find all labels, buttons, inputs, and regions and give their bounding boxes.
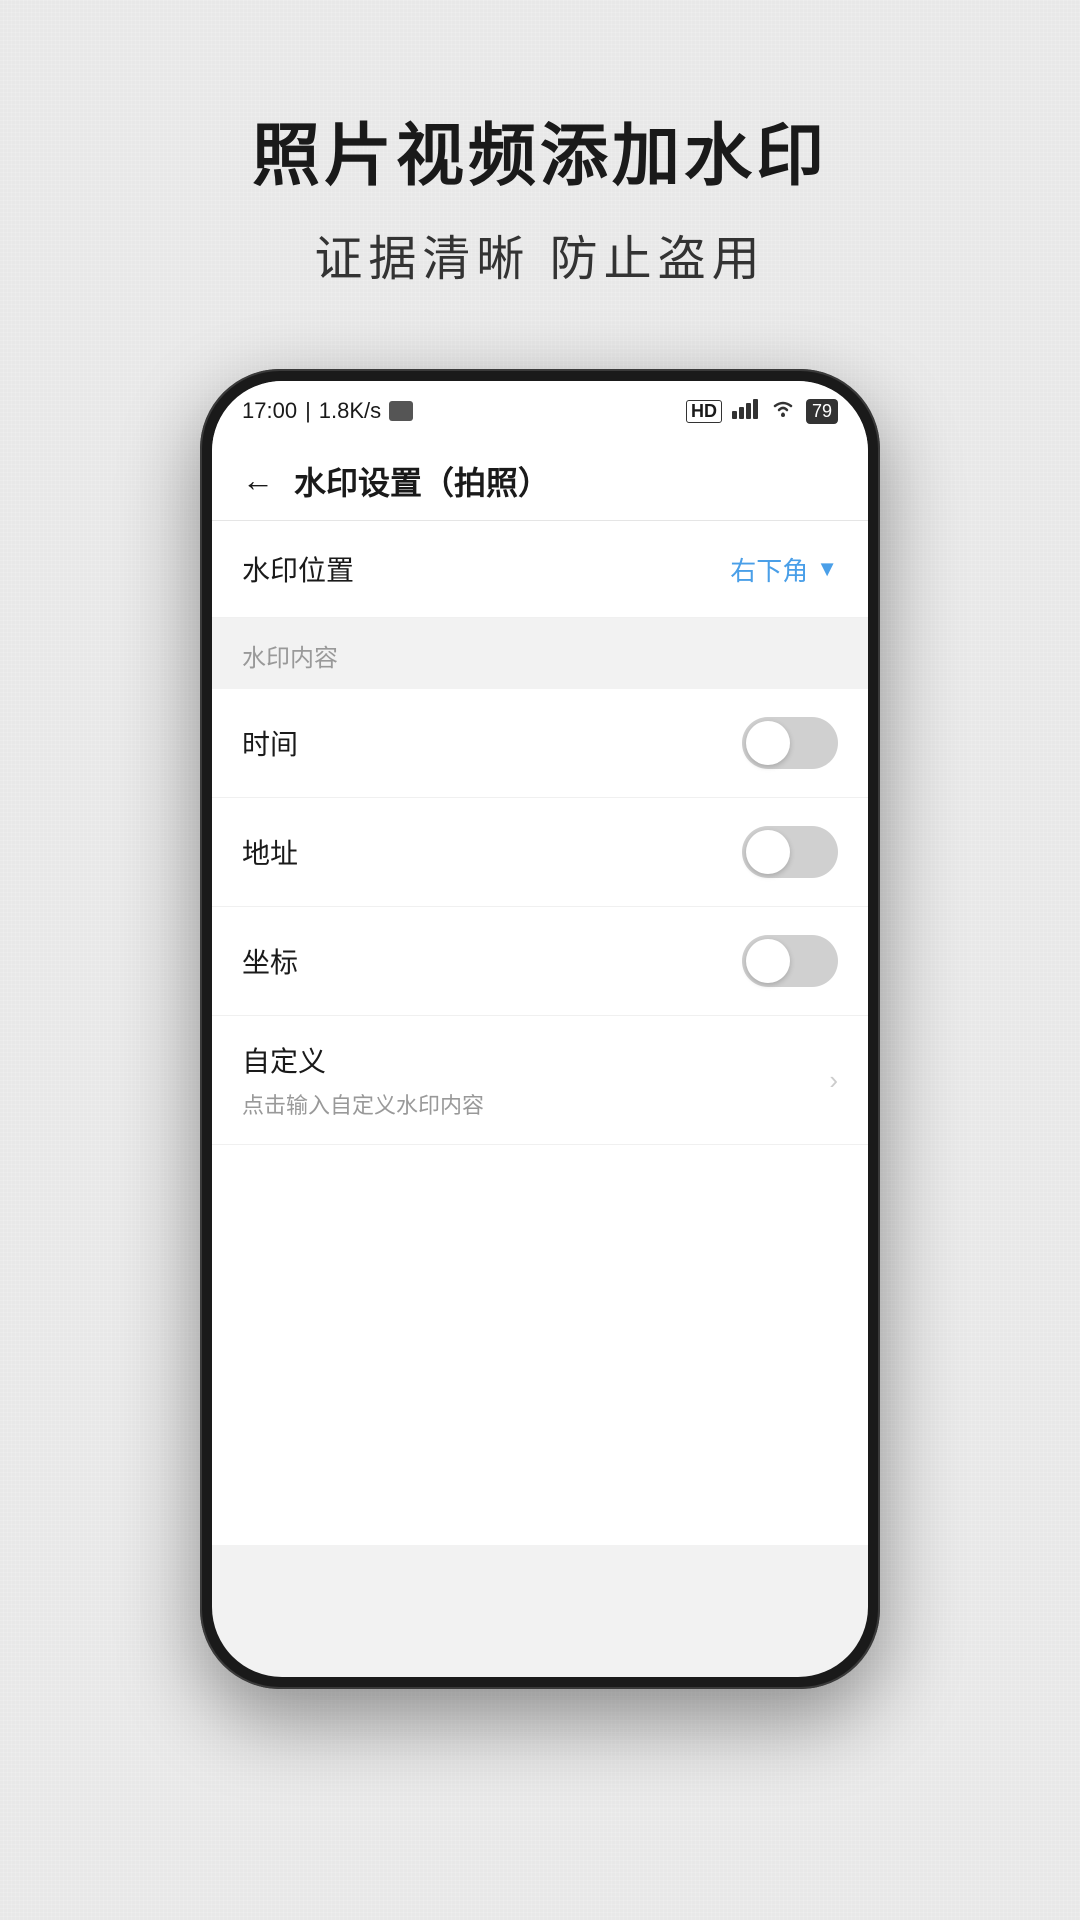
address-toggle[interactable] — [742, 826, 838, 878]
chevron-down-icon: ▼ — [816, 556, 838, 582]
hd-badge: HD — [686, 400, 722, 423]
phone-screen: 17:00 | 1.8K/s HD — [212, 381, 868, 1677]
time-row[interactable]: 时间 — [212, 689, 868, 798]
custom-title: 自定义 — [242, 1040, 484, 1080]
position-section: 水印位置 右下角 ▼ — [212, 521, 868, 618]
address-label: 地址 — [242, 832, 298, 872]
coordinate-label: 坐标 — [242, 941, 298, 981]
coordinate-row[interactable]: 坐标 — [212, 907, 868, 1016]
address-row[interactable]: 地址 — [212, 798, 868, 907]
watermark-position-row[interactable]: 水印位置 右下角 ▼ — [212, 521, 868, 618]
watermark-content-section-header: 水印内容 — [212, 618, 868, 689]
position-value: 右下角 — [730, 551, 808, 588]
app-header: ← 水印设置（拍照） — [212, 441, 868, 521]
main-title: 照片视频添加水印 — [252, 100, 828, 199]
signal-icon — [732, 397, 760, 425]
status-separator: | — [305, 398, 311, 424]
notification-icon — [389, 401, 413, 421]
phone-outer-shell: 17:00 | 1.8K/s HD — [200, 369, 880, 1689]
time-toggle[interactable] — [742, 717, 838, 769]
time-label: 时间 — [242, 723, 298, 763]
hero-section: 照片视频添加水印 证据清晰 防止盗用 — [252, 100, 828, 289]
status-speed: 1.8K/s — [319, 398, 381, 424]
toggle-knob-address — [746, 830, 790, 874]
custom-row[interactable]: 自定义 点击输入自定义水印内容 › — [212, 1016, 868, 1145]
status-bar: 17:00 | 1.8K/s HD — [212, 381, 868, 441]
section-header-text: 水印内容 — [242, 645, 338, 672]
phone-mockup: 17:00 | 1.8K/s HD — [200, 369, 880, 1689]
status-time: 17:00 — [242, 398, 297, 424]
wifi-icon — [770, 398, 796, 424]
empty-content-area — [212, 1145, 868, 1545]
coordinate-toggle[interactable] — [742, 935, 838, 987]
custom-subtitle: 点击输入自定义水印内容 — [242, 1088, 484, 1120]
chevron-right-icon: › — [829, 1065, 838, 1096]
position-label: 水印位置 — [242, 549, 354, 589]
sub-title: 证据清晰 防止盗用 — [252, 219, 828, 289]
status-left: 17:00 | 1.8K/s — [242, 398, 413, 424]
back-button[interactable]: ← — [242, 462, 274, 499]
status-right: HD — [686, 397, 838, 425]
content-area: 水印位置 右下角 ▼ 水印内容 时间 — [212, 521, 868, 1545]
toggle-knob — [746, 721, 790, 765]
toggle-knob-coordinate — [746, 939, 790, 983]
battery-indicator: 79 — [806, 399, 838, 424]
custom-row-content: 自定义 点击输入自定义水印内容 — [242, 1040, 484, 1120]
position-value-group: 右下角 ▼ — [730, 551, 838, 588]
page-title: 水印设置（拍照） — [294, 458, 550, 504]
